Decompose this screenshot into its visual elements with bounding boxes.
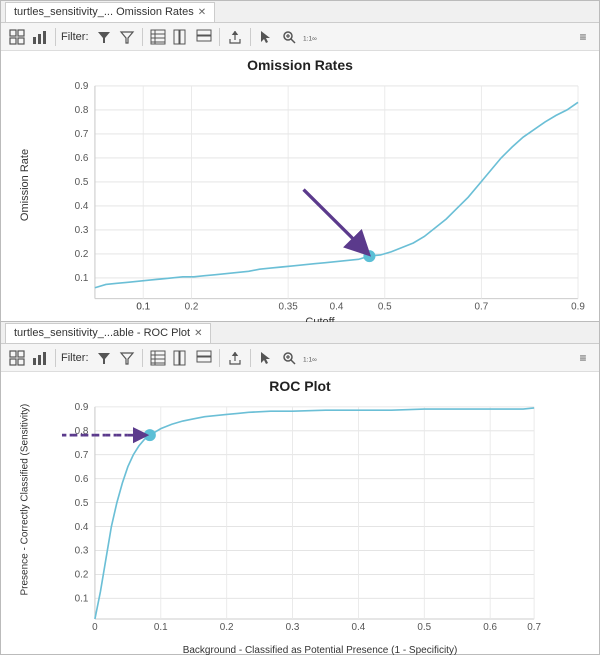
x-axis-label-2: Background - Classified as Potential Pre… xyxy=(51,645,589,658)
tab-roc-label: turtles_sensitivity_...able - ROC Plot xyxy=(14,327,190,339)
roc-chart-svg: 0.9 0.8 0.7 0.6 0.5 0.4 0.3 0.2 0.1 0 0.… xyxy=(51,396,589,644)
svg-text:0.9: 0.9 xyxy=(75,402,89,413)
chart-roc: ROC Plot Presence - Correctly Classified… xyxy=(1,372,599,654)
filter-icon-2a[interactable] xyxy=(94,348,114,368)
cursor-icon-2[interactable] xyxy=(256,348,276,368)
svg-text:0.9: 0.9 xyxy=(571,302,585,313)
svg-text:0.1: 0.1 xyxy=(136,302,150,313)
sep-1 xyxy=(55,28,56,46)
zoom2-icon-2[interactable]: 1:1∞ xyxy=(302,348,322,368)
svg-text:0.1: 0.1 xyxy=(75,273,89,284)
y-axis-label-1: Omission Rate xyxy=(19,149,31,221)
svg-text:0.1: 0.1 xyxy=(75,594,89,605)
svg-text:0.7: 0.7 xyxy=(475,302,489,313)
svg-text:0.5: 0.5 xyxy=(75,498,89,509)
col-icon-2[interactable] xyxy=(171,348,191,368)
filter-label-1: Filter: xyxy=(61,31,89,43)
svg-text:∞: ∞ xyxy=(312,356,317,363)
table-icon-2[interactable] xyxy=(7,348,27,368)
grid-icon-2[interactable] xyxy=(148,348,168,368)
svg-text:0.2: 0.2 xyxy=(75,570,89,581)
filter-label-2: Filter: xyxy=(61,352,89,364)
omission-rates-panel: turtles_sensitivity_... Omission Rates ✕… xyxy=(0,0,600,322)
svg-text:0.2: 0.2 xyxy=(220,622,234,633)
col-icon-1[interactable] xyxy=(171,27,191,47)
chart-omission: Omission Rates Omission Rate xyxy=(1,51,599,321)
omission-dot xyxy=(364,251,375,262)
svg-text:0.9: 0.9 xyxy=(75,81,89,92)
roc-plot-panel: turtles_sensitivity_...able - ROC Plot ✕… xyxy=(0,322,600,655)
roc-dot xyxy=(144,430,155,441)
svg-text:0.6: 0.6 xyxy=(75,153,89,164)
table-icon[interactable] xyxy=(7,27,27,47)
sep-2-1 xyxy=(55,349,56,367)
svg-text:∞: ∞ xyxy=(312,35,317,42)
export-icon-1[interactable] xyxy=(225,27,245,47)
svg-text:0.4: 0.4 xyxy=(352,622,366,633)
sep-2 xyxy=(142,28,143,46)
svg-text:0.5: 0.5 xyxy=(378,302,392,313)
svg-text:0.4: 0.4 xyxy=(75,522,89,533)
filter-icon-1a[interactable] xyxy=(94,27,114,47)
svg-text:0.6: 0.6 xyxy=(75,474,89,485)
filter-icon-2b[interactable] xyxy=(117,348,137,368)
tab-omission-close[interactable]: ✕ xyxy=(198,7,206,18)
sep-4 xyxy=(250,28,251,46)
zoom-icon-1[interactable] xyxy=(279,27,299,47)
svg-text:0.7: 0.7 xyxy=(75,129,89,140)
toolbar-2: Filter: 1:1∞ ≡ xyxy=(1,344,599,372)
row-icon-2[interactable] xyxy=(194,348,214,368)
svg-text:0.3: 0.3 xyxy=(286,622,300,633)
filter-icon-1b[interactable] xyxy=(117,27,137,47)
sep-2-2 xyxy=(142,349,143,367)
svg-text:0.6: 0.6 xyxy=(483,622,497,633)
tab-roc[interactable]: turtles_sensitivity_...able - ROC Plot ✕ xyxy=(5,323,211,343)
grid-icon-1[interactable] xyxy=(148,27,168,47)
svg-text:1:1: 1:1 xyxy=(303,356,312,363)
y-axis-label-2: Presence - Correctly Classified (Sensiti… xyxy=(20,415,31,595)
menu-icon-1[interactable]: ≡ xyxy=(573,27,593,47)
tab-omission[interactable]: turtles_sensitivity_... Omission Rates ✕ xyxy=(5,2,215,22)
chart-roc-title: ROC Plot xyxy=(1,372,599,396)
row-icon-1[interactable] xyxy=(194,27,214,47)
tab-roc-close[interactable]: ✕ xyxy=(194,328,202,339)
svg-text:0.2: 0.2 xyxy=(185,302,199,313)
svg-text:0.3: 0.3 xyxy=(75,546,89,557)
tab-bar-1: turtles_sensitivity_... Omission Rates ✕ xyxy=(1,1,599,23)
chart-icon[interactable] xyxy=(30,27,50,47)
svg-text:0.1: 0.1 xyxy=(154,622,168,633)
svg-text:0.5: 0.5 xyxy=(75,177,89,188)
sep-3 xyxy=(219,28,220,46)
svg-text:0.8: 0.8 xyxy=(75,105,89,116)
svg-text:0.4: 0.4 xyxy=(330,302,344,313)
chart-omission-title: Omission Rates xyxy=(1,51,599,75)
sep-2-3 xyxy=(219,349,220,367)
zoom-icon-2[interactable] xyxy=(279,348,299,368)
toolbar-1: Filter: 1:1∞ ≡ xyxy=(1,23,599,51)
chart-icon-2[interactable] xyxy=(30,348,50,368)
cursor-icon-1[interactable] xyxy=(256,27,276,47)
svg-text:1:1: 1:1 xyxy=(303,35,312,42)
svg-text:0.3: 0.3 xyxy=(75,225,89,236)
tab-bar-2: turtles_sensitivity_...able - ROC Plot ✕ xyxy=(1,322,599,344)
sep-2-4 xyxy=(250,349,251,367)
omission-curve xyxy=(95,102,578,287)
svg-text:0.35: 0.35 xyxy=(279,302,299,313)
svg-text:0.4: 0.4 xyxy=(75,201,89,212)
svg-text:0.7: 0.7 xyxy=(527,622,541,633)
svg-text:0.5: 0.5 xyxy=(417,622,431,633)
tab-omission-label: turtles_sensitivity_... Omission Rates xyxy=(14,6,194,18)
export-icon-2[interactable] xyxy=(225,348,245,368)
omission-chart-svg: 0.9 0.8 0.7 0.6 0.5 0.4 0.3 0.2 0.1 0.1 … xyxy=(51,75,589,315)
svg-text:0.7: 0.7 xyxy=(75,450,89,461)
menu-icon-2[interactable]: ≡ xyxy=(573,348,593,368)
zoom2-icon-1[interactable]: 1:1∞ xyxy=(302,27,322,47)
svg-text:0.2: 0.2 xyxy=(75,249,89,260)
svg-text:0: 0 xyxy=(92,622,98,633)
